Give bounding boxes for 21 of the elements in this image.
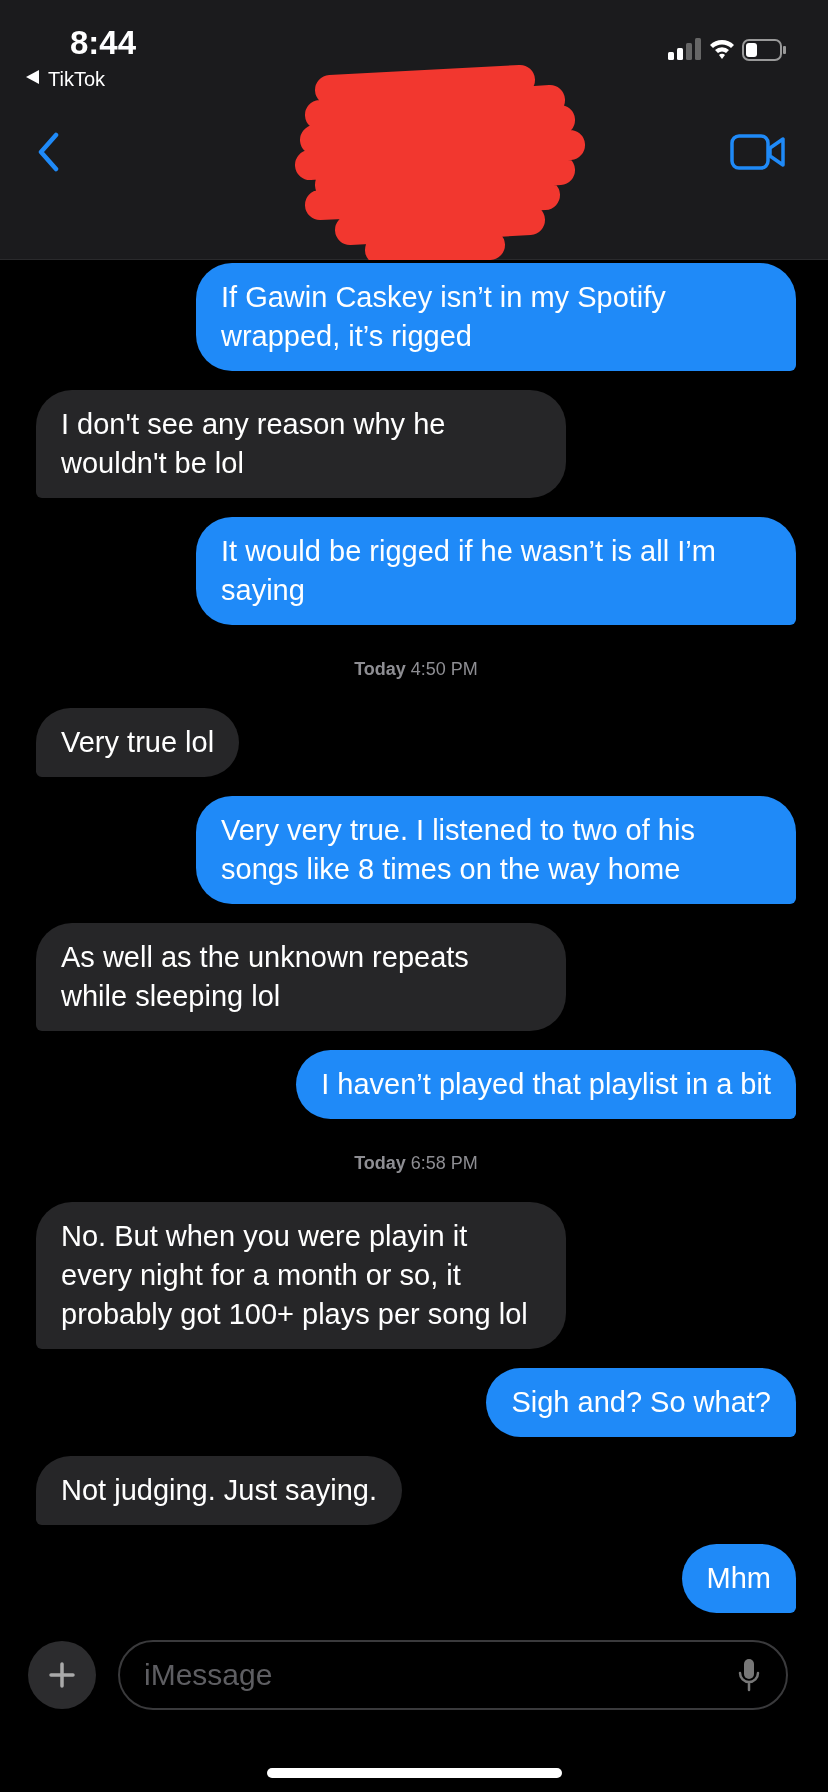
sent-message-bubble: If Gawin Caskey isn’t in my Spotify wrapped, it’s rigged	[196, 263, 796, 371]
received-message-bubble: As well as the unknown repeats while sleeping lol	[36, 923, 566, 1031]
clock-time: 8:44	[70, 23, 137, 63]
sent-message-bubble: Sigh and? So what?	[486, 1368, 796, 1437]
plus-icon	[48, 1661, 76, 1689]
sent-message-bubble: Mhm	[681, 1544, 796, 1613]
received-message-bubble: Very true lol	[36, 708, 240, 777]
received-message-bubble: I don't see any reason why he wouldn't be lol	[36, 390, 566, 498]
back-to-app-link[interactable]: TikTok	[48, 64, 106, 94]
back-chevron-icon[interactable]	[36, 132, 60, 172]
received-message-bubble: No. But when you were playin it every night for a month or so, it probably got 100+ plays per song lol	[36, 1202, 566, 1349]
sent-message-bubble: I haven’t played that playlist in a bit	[296, 1050, 796, 1119]
back-triangle-icon[interactable]	[26, 70, 39, 84]
timestamp: Today 4:50 PM	[354, 658, 478, 681]
microphone-icon[interactable]	[738, 1658, 760, 1692]
received-message-bubble: Not judging. Just saying.	[36, 1456, 402, 1525]
timestamp: Today 6:58 PM	[354, 1152, 478, 1175]
sent-message-bubble: It would be rigged if he wasn’t is all I’m saying	[196, 517, 796, 625]
message-input-field[interactable]: iMessage	[118, 1640, 788, 1710]
video-camera-icon[interactable]	[730, 134, 786, 170]
sent-message-bubble: Very very true. I listened to two of his songs like 8 times on the way home	[196, 796, 796, 904]
